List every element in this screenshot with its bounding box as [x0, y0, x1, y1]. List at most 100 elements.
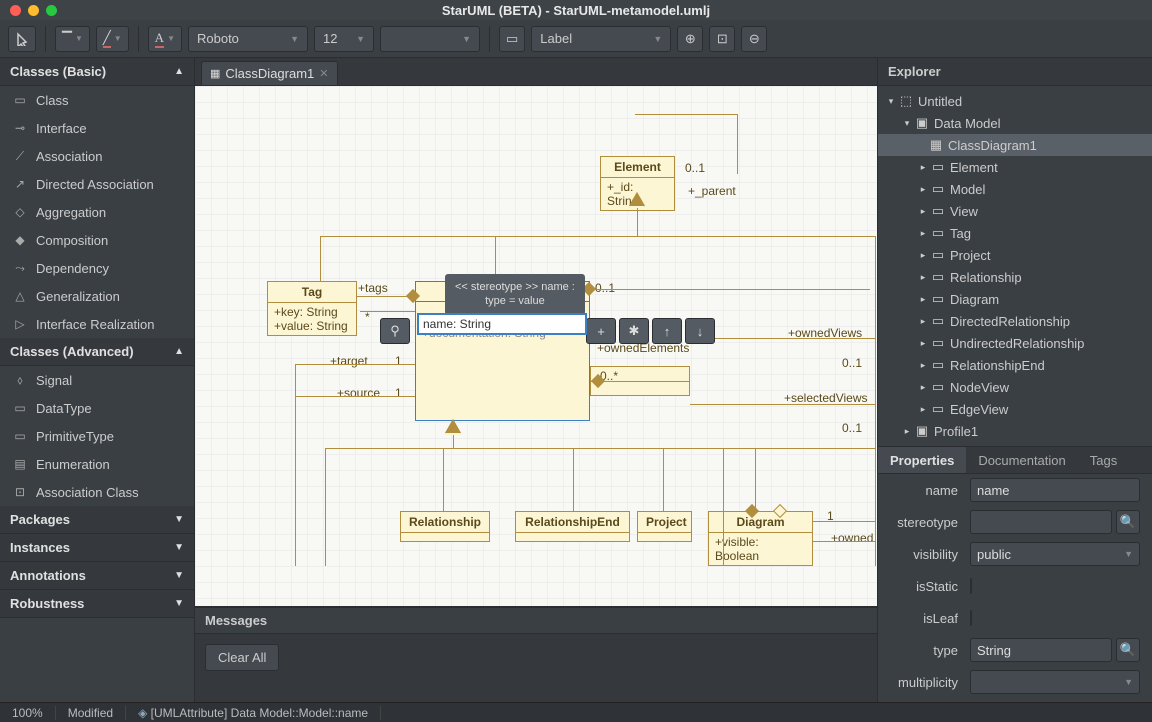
prop-static-label: isStatic [890, 579, 970, 594]
tree-tag[interactable]: ▸▭Tag [878, 222, 1152, 244]
font-select[interactable]: Roboto▼ [188, 26, 308, 52]
close-tab-icon[interactable]: ✕ [319, 67, 328, 80]
tree-undirectedrelationship[interactable]: ▸▭UndirectedRelationship [878, 332, 1152, 354]
tree-project[interactable]: ▸▭Project [878, 244, 1152, 266]
tool-signal[interactable]: ⬨Signal [0, 366, 194, 394]
section-robustness[interactable]: Robustness▼ [0, 590, 194, 618]
tree-root[interactable]: ▾⬚Untitled [878, 90, 1152, 112]
line-color-tool[interactable]: ╱▼ [96, 26, 129, 52]
tree-edgeview[interactable]: ▸▭EdgeView [878, 398, 1152, 420]
zoom-in-tool[interactable]: ⊕ [677, 26, 703, 52]
tool-aggregation[interactable]: ◇Aggregation [0, 198, 194, 226]
clear-all-button[interactable]: Clear All [205, 644, 279, 671]
font-size-select[interactable]: 12▼ [314, 26, 374, 52]
tool-generalization[interactable]: △Generalization [0, 282, 194, 310]
move-down-button[interactable]: ↓ [685, 318, 715, 344]
search-icon: 🔍 [1120, 514, 1136, 530]
tool-dependency[interactable]: ⤳Dependency [0, 254, 194, 282]
tree-relationshipend[interactable]: ▸▭RelationshipEnd [878, 354, 1152, 376]
expand-icon[interactable]: ▾ [884, 96, 898, 107]
tool-primitivetype[interactable]: ▭PrimitiveType [0, 422, 194, 450]
add-button[interactable]: + [586, 318, 616, 344]
tool-association[interactable]: ⟋Association [0, 142, 194, 170]
assoc-class-icon: ⊡ [12, 485, 28, 499]
tool-directed-association[interactable]: ↗Directed Association [0, 170, 194, 198]
delete-button[interactable]: ✱ [619, 318, 649, 344]
expand-icon[interactable]: ▸ [916, 162, 930, 173]
class-project[interactable]: Project [637, 511, 692, 542]
tool-enumeration[interactable]: ▤Enumeration [0, 450, 194, 478]
tab-tags[interactable]: Tags [1078, 447, 1129, 473]
type-search-button[interactable]: 🔍 [1116, 638, 1140, 662]
zoom-fit-tool[interactable]: ⊡ [709, 26, 735, 52]
font-color-tool[interactable]: A▼ [148, 26, 182, 52]
fill-color-tool[interactable]: ▔▼ [55, 26, 90, 52]
prop-vis-select[interactable]: public▼ [970, 542, 1140, 566]
prop-static-checkbox[interactable] [970, 578, 972, 594]
prop-stereo-input[interactable] [970, 510, 1112, 534]
diagram-icon: ▦ [928, 138, 944, 152]
enum-icon: ▤ [12, 457, 28, 471]
tab-documentation[interactable]: Documentation [966, 447, 1077, 473]
section-classes-basic[interactable]: Classes (Basic)▲ [0, 58, 194, 86]
model-icon: ▣ [914, 116, 930, 130]
mult-label: 0..1 [685, 161, 705, 175]
mult-label: * [365, 310, 370, 324]
class-relationship[interactable]: Relationship [400, 511, 490, 542]
prop-name-label: name [890, 483, 970, 498]
zoom-out-tool[interactable]: ⊖ [741, 26, 767, 52]
tree-profile1[interactable]: ▸▣Profile1 [878, 420, 1152, 442]
font-a-icon: A [155, 30, 164, 48]
add-visibility-button[interactable]: ⚲ [380, 318, 410, 344]
tree-element[interactable]: ▸▭Element [878, 156, 1152, 178]
tool-composition[interactable]: ◆Composition [0, 226, 194, 254]
prop-type-input[interactable]: String [970, 638, 1112, 662]
move-up-button[interactable]: ↑ [652, 318, 682, 344]
attribute-edit-input[interactable] [417, 313, 587, 335]
section-classes-advanced[interactable]: Classes (Advanced)▲ [0, 338, 194, 366]
explorer-header: Explorer [878, 58, 1152, 86]
tab-properties[interactable]: Properties [878, 447, 966, 473]
tree-data-model[interactable]: ▾▣Data Model [878, 112, 1152, 134]
label-select[interactable]: Label▼ [531, 26, 671, 52]
search-icon: 🔍 [1120, 642, 1136, 658]
tree-view[interactable]: ▸▭View [878, 200, 1152, 222]
status-bar: 100% Modified ◈ [UMLAttribute] Data Mode… [0, 702, 1152, 722]
tab-classdiagram1[interactable]: ▦ ClassDiagram1 ✕ [201, 61, 338, 85]
style-select[interactable]: ▼ [380, 26, 480, 52]
stereo-search-button[interactable]: 🔍 [1116, 510, 1140, 534]
chevron-down-icon: ▼ [174, 570, 184, 581]
tree-directedrelationship[interactable]: ▸▭DirectedRelationship [878, 310, 1152, 332]
properties-panel: namename stereotype🔍 visibilitypublic▼ i… [878, 474, 1152, 698]
cursor-tool[interactable] [8, 26, 36, 52]
prop-type-label: type [890, 643, 970, 658]
toolbox-panel: Classes (Basic)▲ ▭Class ⊸Interface ⟋Asso… [0, 58, 195, 702]
prop-mult-select[interactable]: ▼ [970, 670, 1140, 694]
section-instances[interactable]: Instances▼ [0, 534, 194, 562]
diagram-canvas[interactable]: Element +_id: String 0..1 +_parent Tag +… [195, 86, 877, 607]
plus-icon: + [597, 324, 605, 339]
tree-classdiagram1[interactable]: ▦ClassDiagram1 [878, 134, 1152, 156]
tree-relationship[interactable]: ▸▭Relationship [878, 266, 1152, 288]
tree-nodeview[interactable]: ▸▭NodeView [878, 376, 1152, 398]
tool-class[interactable]: ▭Class [0, 86, 194, 114]
section-annotations[interactable]: Annotations▼ [0, 562, 194, 590]
right-panel: Explorer ▾⬚Untitled ▾▣Data Model ▦ClassD… [877, 58, 1152, 702]
prop-name-input[interactable]: name [970, 478, 1140, 502]
tree-model[interactable]: ▸▭Model [878, 178, 1152, 200]
modified-label: Modified [56, 706, 126, 720]
expand-icon[interactable]: ▾ [900, 118, 914, 129]
section-packages[interactable]: Packages▼ [0, 506, 194, 534]
tool-association-class[interactable]: ⊡Association Class [0, 478, 194, 506]
prop-leaf-checkbox[interactable] [970, 610, 972, 626]
mult-label: 0..1 [842, 356, 862, 370]
format-tool[interactable]: ▭ [499, 26, 525, 52]
prop-stereo-label: stereotype [890, 515, 970, 530]
tool-interface-realization[interactable]: ▷Interface Realization [0, 310, 194, 338]
tree-diagram[interactable]: ▸▭Diagram [878, 288, 1152, 310]
tool-interface[interactable]: ⊸Interface [0, 114, 194, 142]
class-relationshipend[interactable]: RelationshipEnd [515, 511, 630, 542]
tool-datatype[interactable]: ▭DataType [0, 394, 194, 422]
paint-icon: ▔ [62, 31, 72, 47]
class-tag[interactable]: Tag +key: String +value: String [267, 281, 357, 336]
